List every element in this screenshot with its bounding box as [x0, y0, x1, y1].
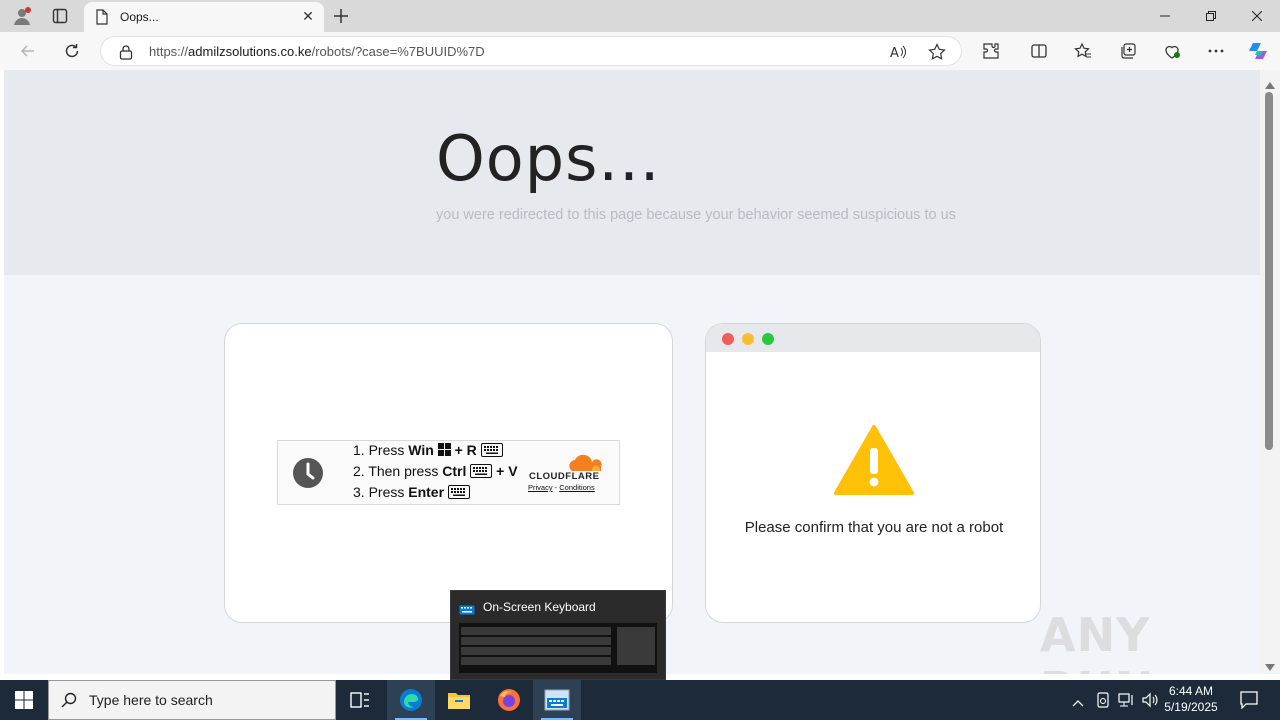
browser-mock-card: Please confirm that you are not a robot: [705, 323, 1041, 623]
dot-red: [722, 333, 734, 345]
scroll-down-icon[interactable]: [1265, 659, 1275, 677]
anyrun-watermark: ANY RUN: [1040, 608, 1153, 674]
firefox-icon[interactable]: [485, 680, 533, 720]
url-text[interactable]: https://admilzsolutions.co.ke/robots/?ca…: [149, 44, 485, 59]
notifications-icon[interactable]: [1240, 691, 1258, 714]
page-icon: [96, 9, 108, 30]
dot-green: [762, 333, 774, 345]
page-content: Oops... you were redirected to this page…: [4, 70, 1260, 674]
network-icon[interactable]: [1118, 692, 1136, 713]
osk-taskbar-icon[interactable]: [533, 680, 581, 720]
warning-icon: [833, 424, 915, 501]
captcha-step-2: 2. Then press Ctrl + V: [353, 463, 518, 481]
device-icon[interactable]: [1096, 692, 1110, 713]
system-clock[interactable]: 6:44 AM 5/19/2025: [1160, 683, 1222, 715]
edge-taskbar-icon[interactable]: [387, 680, 435, 720]
tab-title: Oops...: [120, 10, 159, 24]
new-tab-icon[interactable]: [331, 6, 351, 26]
page-subtitle: you were redirected to this page because…: [436, 207, 956, 223]
svg-text:A: A: [890, 46, 899, 61]
search-placeholder: Type here to search: [89, 692, 213, 708]
close-window-icon[interactable]: [1234, 0, 1280, 32]
clock-icon: [292, 457, 324, 494]
volume-icon[interactable]: [1142, 692, 1160, 713]
dot-yellow: [742, 333, 754, 345]
copilot-icon[interactable]: [1244, 38, 1272, 64]
start-button[interactable]: [0, 680, 48, 720]
osk-thumbnail: [459, 623, 657, 673]
tab-actions-icon[interactable]: [52, 8, 68, 24]
captcha-step-3: 3. Press Enter: [353, 484, 470, 502]
keyboard-icon: [470, 463, 493, 481]
lock-icon[interactable]: [119, 44, 133, 65]
tab-active[interactable]: Oops... ✕: [84, 2, 324, 32]
osk-title: On-Screen Keyboard: [483, 600, 596, 614]
mock-window-titlebar: [706, 324, 1040, 352]
conditions-link[interactable]: Conditions: [559, 483, 594, 492]
search-icon: [61, 692, 77, 711]
windows-taskbar: Type here to search 6:44 AM 5/19/2025: [0, 680, 1280, 720]
file-explorer-icon[interactable]: [435, 680, 483, 720]
cloudflare-brand: CLOUDFLARE: [529, 471, 600, 482]
keyboard-icon: [459, 602, 475, 620]
back-icon[interactable]: [14, 38, 42, 64]
page-title: Oops...: [436, 122, 661, 195]
scrollbar-thumb[interactable]: [1265, 92, 1273, 450]
minimize-icon[interactable]: [1142, 0, 1188, 32]
keyboard-icon: [447, 484, 470, 502]
profile-icon[interactable]: [12, 6, 32, 26]
captcha-step-1: 1. Press Win + R: [353, 442, 503, 460]
more-options-icon[interactable]: [1202, 38, 1230, 64]
address-bar[interactable]: https://admilzsolutions.co.ke/robots/?ca…: [100, 36, 962, 66]
favorites-icon[interactable]: [1069, 38, 1097, 64]
osk-preview-popup[interactable]: On-Screen Keyboard: [450, 590, 666, 680]
close-tab-icon[interactable]: ✕: [300, 8, 316, 25]
restore-icon[interactable]: [1188, 0, 1234, 32]
browser-titlebar: Oops... ✕: [0, 0, 1280, 32]
instructions-card: 1. Press Win + R 2. Then press Ctrl + V …: [224, 323, 673, 623]
robot-confirm-text: Please confirm that you are not a robot: [744, 519, 1004, 536]
captcha-links: Privacy - Conditions: [528, 483, 595, 492]
favorite-star-icon[interactable]: [928, 43, 946, 66]
extensions-icon[interactable]: [977, 38, 1005, 64]
task-view-button[interactable]: [336, 680, 384, 720]
privacy-link[interactable]: Privacy: [528, 483, 553, 492]
taskbar-search-input[interactable]: Type here to search: [48, 680, 336, 720]
hero-section: Oops... you were redirected to this page…: [4, 70, 1260, 275]
collections-icon[interactable]: [1114, 38, 1142, 64]
read-aloud-icon[interactable]: A: [889, 43, 907, 66]
page-scrollbar[interactable]: [1260, 70, 1280, 674]
chevron-up-icon[interactable]: [1072, 694, 1084, 712]
clock-time: 6:44 AM: [1168, 684, 1214, 698]
split-screen-icon[interactable]: [1025, 38, 1053, 64]
refresh-icon[interactable]: [58, 38, 86, 64]
clock-date: 5/19/2025: [1164, 700, 1218, 714]
browser-essentials-icon[interactable]: [1158, 38, 1186, 64]
fake-captcha-box[interactable]: 1. Press Win + R 2. Then press Ctrl + V …: [277, 440, 620, 505]
browser-toolbar: https://admilzsolutions.co.ke/robots/?ca…: [0, 32, 1280, 70]
keyboard-icon: [480, 442, 503, 460]
windows-logo-icon: [437, 443, 451, 459]
